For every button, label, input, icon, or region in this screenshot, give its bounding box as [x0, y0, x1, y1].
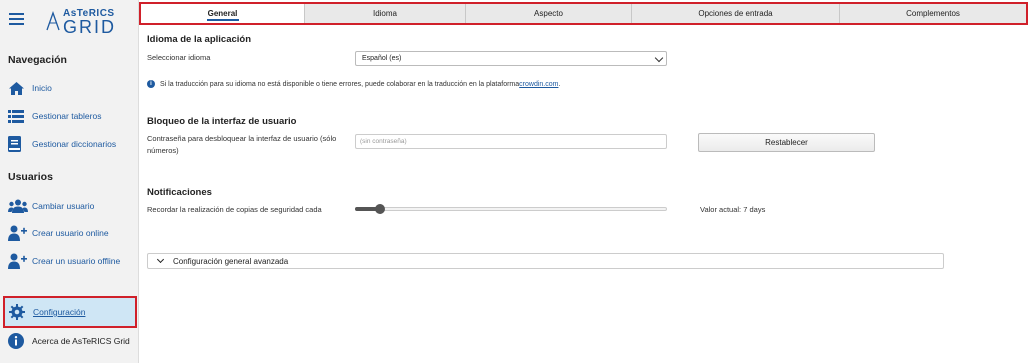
menu-icon[interactable] [9, 13, 24, 25]
reset-button[interactable]: Restablecer [698, 133, 875, 152]
crowdin-link[interactable]: crowdin.com [519, 81, 558, 88]
sidebar-item-label: Acerca de AsTeRICS Grid [32, 336, 130, 346]
app-logo: AsTeRICS GRID [45, 8, 130, 38]
sidebar-item-label: Cambiar usuario [32, 201, 95, 211]
unlock-heading: Bloqueo de la interfaz de usuario [147, 116, 297, 127]
backup-slider-thumb[interactable] [374, 204, 385, 214]
users-section-title: Usuarios [8, 171, 53, 183]
list-icon [8, 107, 28, 125]
backup-current-value: Valor actual: 7 days [700, 205, 766, 214]
nav-section-title: Navegación [8, 54, 67, 66]
gear-icon [9, 303, 29, 321]
translation-info-end: . [558, 80, 561, 88]
advanced-settings-label: Configuración general avanzada [173, 256, 289, 266]
sidebar-item-label: Crear un usuario offline [32, 256, 121, 266]
settings-tabs: General Idioma Aspecto Opciones de entra… [139, 2, 1028, 25]
tab-general[interactable]: General [141, 4, 305, 23]
sidebar-item-acerca-de[interactable]: Acerca de AsTeRICS Grid [8, 331, 136, 351]
chevron-down-icon [156, 255, 165, 264]
info-icon: i [147, 80, 155, 88]
info-icon [8, 332, 28, 350]
password-label: Contraseña para desbloquear la interfaz … [147, 134, 337, 155]
sidebar-item-label: Crear usuario online [32, 228, 109, 238]
chevron-down-icon [654, 53, 664, 63]
backup-reminder-label: Recordar la realización de copias de seg… [147, 205, 322, 214]
book-icon [8, 135, 28, 153]
sidebar-item-label: Gestionar tableros [32, 111, 102, 121]
sidebar-item-crear-usuario-online[interactable]: Crear usuario online [8, 223, 136, 243]
password-input[interactable]: (sin contraseña) [355, 134, 667, 149]
language-select[interactable]: Español (es) [355, 51, 667, 66]
sidebar-item-gestionar-diccionarios[interactable]: Gestionar diccionarios [8, 134, 136, 154]
sidebar-item-configuracion[interactable]: Configuración [3, 296, 137, 328]
sidebar-item-gestionar-tableros[interactable]: Gestionar tableros [8, 106, 136, 126]
logo-mark-icon [46, 11, 60, 31]
tab-complementos[interactable]: Complementos [840, 4, 1026, 23]
backup-slider-track[interactable] [355, 207, 667, 211]
advanced-settings-accordion[interactable]: Configuración general avanzada [147, 253, 944, 269]
sidebar-item-label: Inicio [32, 83, 52, 93]
user-plus-icon [8, 224, 28, 242]
sidebar-item-label: Gestionar diccionarios [32, 139, 117, 149]
notifications-heading: Notificaciones [147, 187, 212, 198]
sidebar-item-inicio[interactable]: Inicio [8, 78, 136, 98]
user-plus-icon [8, 252, 28, 270]
language-select-label: Seleccionar idioma [147, 53, 211, 62]
tab-idioma[interactable]: Idioma [305, 4, 466, 23]
sidebar-item-cambiar-usuario[interactable]: Cambiar usuario [8, 196, 136, 216]
language-select-value: Español (es) [362, 55, 402, 62]
tab-aspecto[interactable]: Aspecto [466, 4, 632, 23]
translation-info-text: Si la traducción para su idioma no está … [160, 80, 520, 88]
home-icon [8, 79, 28, 97]
sidebar-item-label: Configuración [33, 307, 86, 317]
users-icon [8, 197, 28, 215]
translation-info: i Si la traducción para su idioma no est… [147, 80, 560, 88]
sidebar-item-crear-usuario-offline[interactable]: Crear un usuario offline [8, 251, 136, 271]
tab-opciones-de-entrada[interactable]: Opciones de entrada [632, 4, 840, 23]
sidebar: AsTeRICS GRID Navegación Inicio Gestiona… [0, 0, 139, 363]
language-heading: Idioma de la aplicación [147, 34, 252, 45]
logo-bottom-text: GRID [63, 17, 116, 37]
